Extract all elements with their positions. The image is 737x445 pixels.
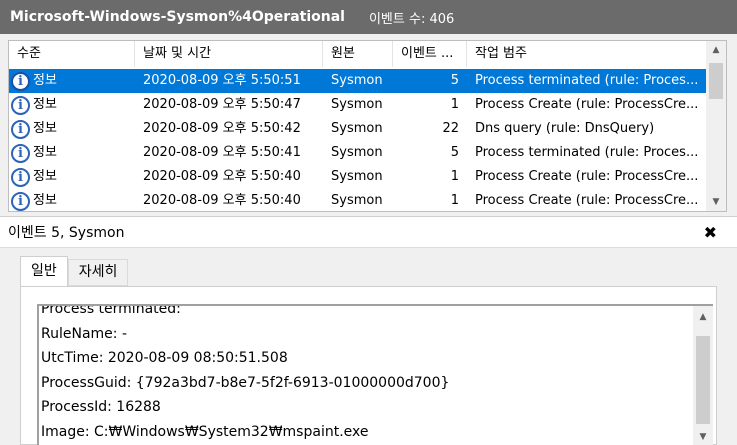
task-category-cell: Process terminated (rule: Proces... [475, 145, 699, 160]
info-icon: i [11, 119, 30, 139]
level-label: 정보 [33, 193, 57, 208]
scroll-down-arrow-icon[interactable]: ▼ [693, 428, 713, 445]
log-titlebar: Microsoft-Windows-Sysmon%4Operational 이벤… [0, 0, 737, 34]
source-cell: Sysmon [331, 73, 383, 88]
datetime-cell: 2020-08-09 오후 5:50:40 [143, 193, 301, 208]
source-cell: Sysmon [331, 169, 383, 184]
event-row[interactable]: i 정보 2020-08-09 오후 5:50:40 Sysmon 1 Process C… [9, 165, 706, 189]
info-icon: i [11, 191, 30, 211]
source-cell: Sysmon [331, 121, 383, 136]
event-id-cell: 5 [450, 145, 459, 160]
description-line: RuleName: - [41, 325, 127, 342]
scroll-up-arrow-icon[interactable]: ▲ [693, 308, 713, 326]
description-line: ProcessId: 16288 [41, 399, 161, 415]
column-header-event-id[interactable]: 이벤트 ... [393, 41, 467, 67]
event-row[interactable]: i 정보 2020-08-09 오후 5:50:41 Sysmon 5 Process t… [9, 141, 706, 165]
column-header-source[interactable]: 원본 [323, 41, 393, 67]
level-cell: i 정보 [9, 117, 135, 141]
event-id-cell: 1 [450, 169, 459, 184]
task-category-cell: Process Create (rule: ProcessCre... [475, 193, 699, 208]
source-cell: Sysmon [331, 145, 383, 160]
event-id-cell: 5 [450, 73, 459, 88]
level-cell: i 정보 [9, 141, 135, 165]
log-name: Microsoft-Windows-Sysmon%4Operational [10, 9, 345, 25]
event-description-lines: Process terminated: RuleName: - UtcTime: 2… [41, 304, 687, 444]
detail-header: 이벤트 5, Sysmon ✖ [0, 216, 737, 248]
level-cell: i 정보 [9, 69, 135, 93]
info-icon: i [11, 95, 30, 115]
column-header-task-category[interactable]: 작업 범주 [467, 41, 706, 67]
level-label: 정보 [33, 169, 57, 184]
datetime-cell: 2020-08-09 오후 5:50:41 [143, 145, 301, 160]
event-list[interactable]: 수준 날짜 및 시간 원본 이벤트 ... 작업 범주 i 정보 2020-08-0… [8, 40, 727, 212]
event-row[interactable]: i 정보 2020-08-09 오후 5:50:42 Sysmon 22 Dns quer… [9, 117, 706, 141]
event-row[interactable]: i 정보 2020-08-09 오후 5:50:51 Sysmon 5 Process t… [9, 69, 706, 93]
task-category-cell: Dns query (rule: DnsQuery) [475, 121, 655, 136]
level-label: 정보 [33, 145, 57, 160]
column-header-datetime[interactable]: 날짜 및 시간 [135, 41, 323, 67]
info-icon: i [11, 143, 30, 163]
event-list-scrollbar[interactable]: ▲ ▼ [706, 41, 726, 211]
scroll-up-arrow-icon[interactable]: ▲ [706, 41, 726, 59]
event-id-cell: 1 [450, 97, 459, 112]
description-scrollbar[interactable]: ▲ ▼ [693, 306, 713, 445]
description-line: Image: C:₩Windows₩System32₩mspaint.exe [41, 423, 369, 440]
description-line: Process terminated: [41, 304, 181, 317]
level-label: 정보 [33, 97, 57, 112]
event-id-cell: 1 [450, 193, 459, 208]
source-cell: Sysmon [331, 193, 383, 208]
level-label: 정보 [33, 73, 57, 88]
description-line: UtcTime: 2020-08-09 08:50:51.508 [41, 350, 288, 366]
scroll-thumb[interactable] [709, 63, 723, 99]
close-icon[interactable]: ✖ [704, 223, 717, 242]
tab-details[interactable]: 자세히 [67, 259, 129, 286]
info-icon: i [11, 167, 30, 187]
datetime-cell: 2020-08-09 오후 5:50:47 [143, 97, 301, 112]
description-line: ProcessGuid: {792a3bd7-b8e7-5f2f-6913-01… [41, 374, 450, 391]
task-category-cell: Process Create (rule: ProcessCre... [475, 169, 699, 184]
tab-general[interactable]: 일반 [20, 256, 68, 287]
level-cell: i 정보 [9, 93, 135, 117]
scroll-down-arrow-icon[interactable]: ▼ [706, 193, 726, 211]
level-cell: i 정보 [9, 165, 135, 189]
datetime-cell: 2020-08-09 오후 5:50:42 [143, 121, 301, 136]
event-row[interactable]: i 정보 2020-08-09 오후 5:50:40 Sysmon 1 Process C… [9, 189, 706, 211]
task-category-cell: Process terminated (rule: Proces... [475, 73, 699, 88]
level-cell: i 정보 [9, 189, 135, 211]
column-header-row: 수준 날짜 및 시간 원본 이벤트 ... 작업 범주 [9, 41, 706, 67]
info-icon: i [11, 71, 30, 91]
general-tab-panel: Process terminated: RuleName: - UtcTime: 2… [20, 286, 717, 445]
datetime-cell: 2020-08-09 오후 5:50:51 [143, 73, 301, 88]
event-description-textbox[interactable]: Process terminated: RuleName: - UtcTime: 2… [37, 304, 713, 445]
source-cell: Sysmon [331, 97, 383, 112]
scroll-thumb[interactable] [696, 336, 710, 424]
level-label: 정보 [33, 121, 57, 136]
column-header-level[interactable]: 수준 [9, 41, 135, 67]
event-count: 이벤트 수: 406 [368, 11, 455, 27]
datetime-cell: 2020-08-09 오후 5:50:40 [143, 169, 301, 184]
detail-title: 이벤트 5, Sysmon [8, 225, 125, 241]
event-id-cell: 22 [442, 121, 459, 136]
event-rows: i 정보 2020-08-09 오후 5:50:51 Sysmon 5 Process t… [9, 69, 706, 211]
event-row[interactable]: i 정보 2020-08-09 오후 5:50:47 Sysmon 1 Process C… [9, 93, 706, 117]
detail-tabs: 일반 자세히 [20, 256, 129, 287]
task-category-cell: Process Create (rule: ProcessCre... [475, 97, 699, 112]
